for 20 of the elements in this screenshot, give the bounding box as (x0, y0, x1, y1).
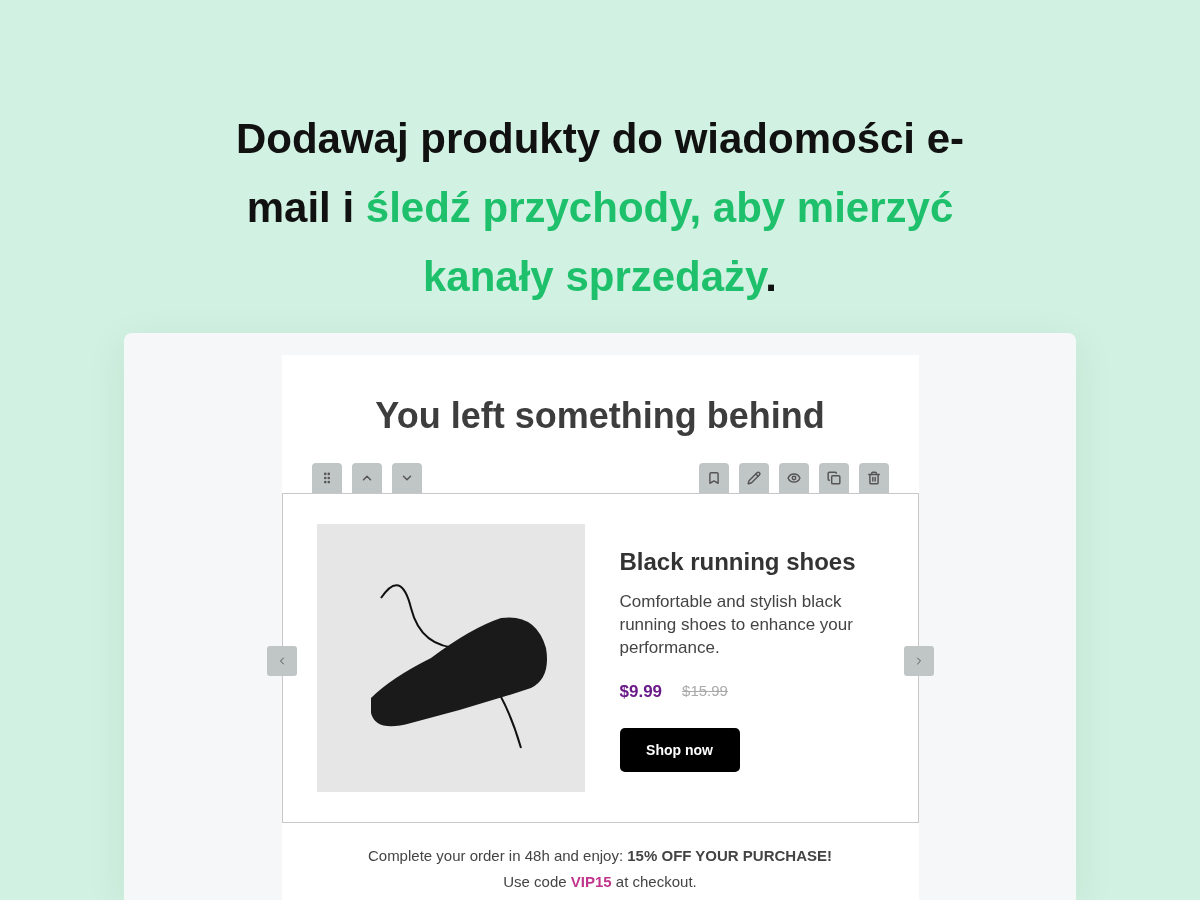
copy-icon (826, 471, 841, 485)
headline: Dodawaj produkty do wiadomości e-mail i śledź przychody, aby mierzyć kanały sprzedaży. (234, 114, 966, 302)
edit-icon (746, 471, 761, 485)
product-description: Comfortable and stylish black running shoes to enhance your performance. (619, 590, 854, 659)
product-name: Black running shoes (619, 546, 857, 577)
promo-text: Complete your order in 48h and enjoy: 15% OFF YOUR PURCHASE! (367, 846, 833, 866)
shop-now-button[interactable]: Shop now (619, 728, 740, 773)
drag-handle-button[interactable] (311, 463, 342, 493)
bookmark-button[interactable] (698, 463, 729, 493)
copy-button[interactable] (818, 463, 849, 493)
promo-text: Use code VIP15 at checkout. (503, 872, 697, 892)
old-price: $15.99 (682, 681, 728, 702)
email-title: You left something behind (374, 394, 826, 438)
bookmark-icon (706, 471, 721, 485)
delete-icon (866, 471, 881, 485)
view-button[interactable] (778, 463, 809, 493)
delete-button[interactable] (858, 463, 889, 493)
price: $9.99 (619, 680, 663, 703)
view-icon (786, 471, 801, 485)
edit-button[interactable] (738, 463, 769, 493)
